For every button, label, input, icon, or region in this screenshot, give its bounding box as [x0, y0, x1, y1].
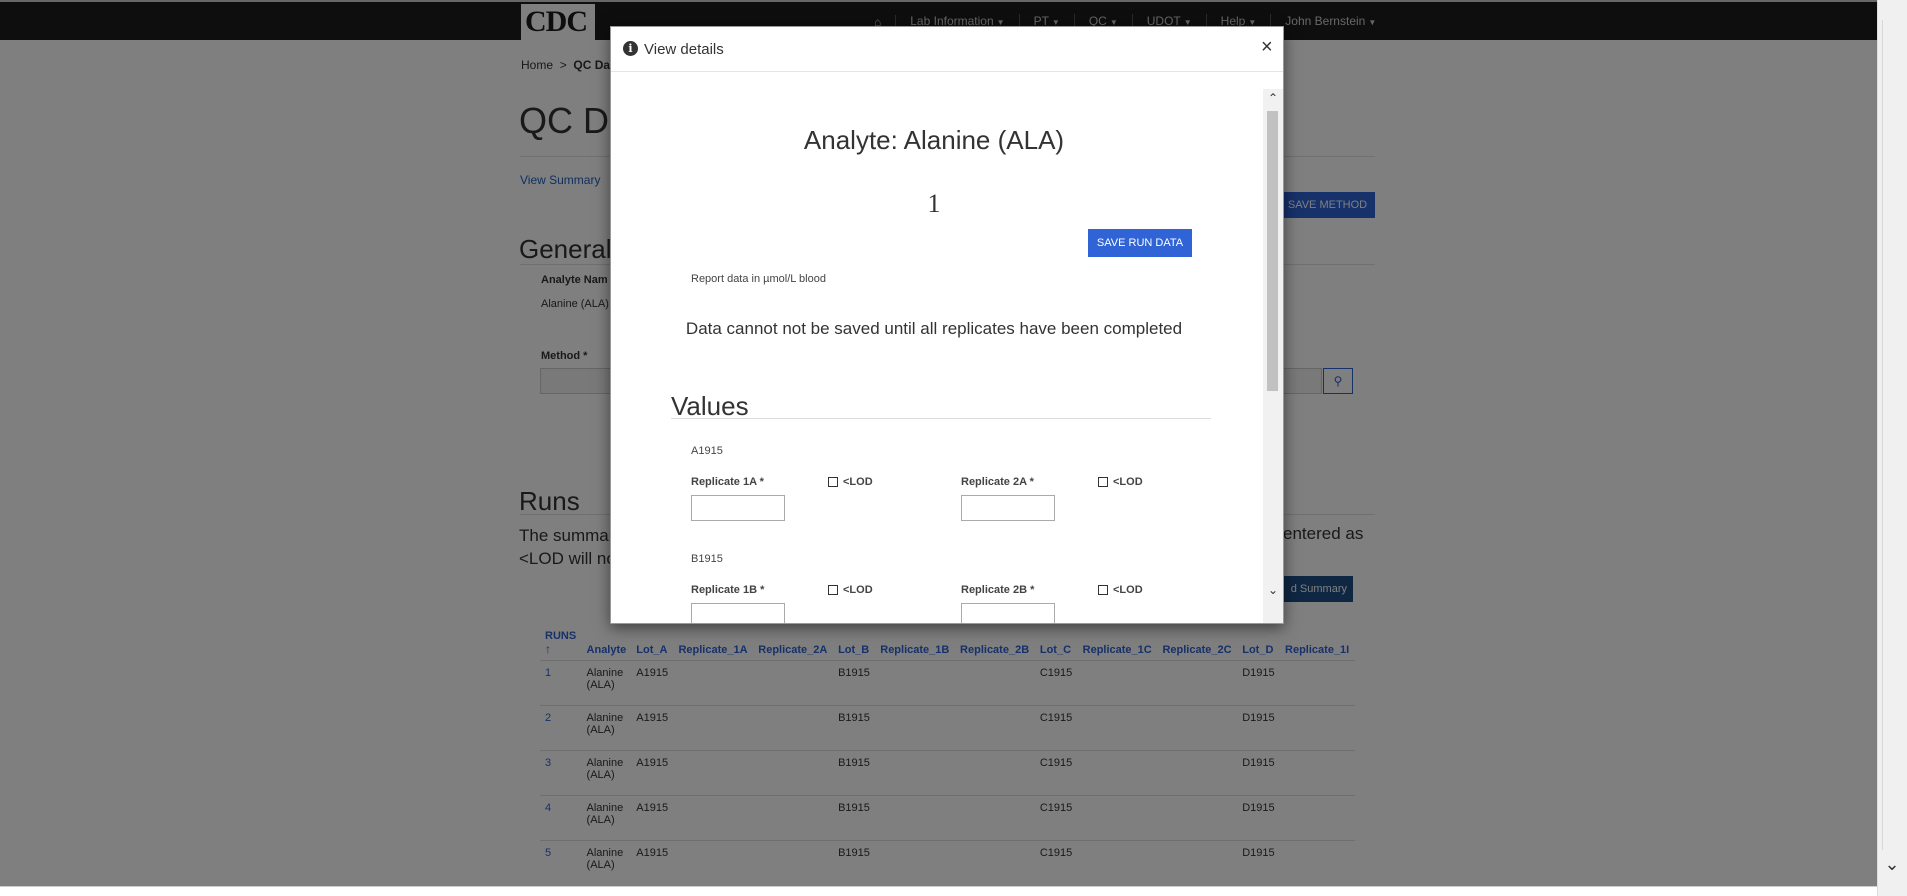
- replicate-1a-label: Replicate 1A *: [691, 476, 764, 488]
- replicates-warning: Data cannot not be saved until all repli…: [685, 319, 1183, 338]
- lod-2a-checkbox[interactable]: <LOD: [1098, 476, 1143, 488]
- modal-header: i View details ×: [611, 27, 1283, 72]
- modal-scrollbar-thumb[interactable]: [1267, 111, 1278, 391]
- lod-1b-checkbox[interactable]: <LOD: [828, 584, 873, 596]
- lot-label-a: A1915: [691, 445, 723, 457]
- replicate-2b-input[interactable]: [961, 603, 1055, 623]
- replicate-2a-input[interactable]: [961, 495, 1055, 521]
- info-icon: i: [623, 41, 638, 56]
- replicate-2a-label: Replicate 2A *: [961, 476, 1034, 488]
- lod-label: <LOD: [843, 476, 873, 488]
- view-details-modal: i View details × Analyte: Alanine (ALA) …: [610, 26, 1284, 624]
- modal-title: View details: [644, 41, 724, 58]
- chevron-down-icon[interactable]: ⌄: [1877, 852, 1907, 876]
- save-run-data-button[interactable]: SAVE RUN DATA: [1088, 229, 1192, 257]
- checkbox-icon[interactable]: [1098, 477, 1108, 487]
- replicate-1b-input[interactable]: [691, 603, 785, 623]
- close-button[interactable]: ×: [1261, 37, 1273, 57]
- lod-label: <LOD: [843, 584, 873, 596]
- modal-body: Analyte: Alanine (ALA) 1 SAVE RUN DATA R…: [611, 73, 1263, 623]
- lod-2b-checkbox[interactable]: <LOD: [1098, 584, 1143, 596]
- lod-label: <LOD: [1113, 476, 1143, 488]
- chevron-up-icon[interactable]: ⌃: [1263, 91, 1283, 107]
- analyte-heading: Analyte: Alanine (ALA): [803, 125, 1065, 155]
- replicate-1a-input[interactable]: [691, 495, 785, 521]
- replicate-1b-label: Replicate 1B *: [691, 584, 765, 596]
- checkbox-icon[interactable]: [1098, 585, 1108, 595]
- lod-label: <LOD: [1113, 584, 1143, 596]
- lod-1a-checkbox[interactable]: <LOD: [828, 476, 873, 488]
- replicate-2b-label: Replicate 2B *: [961, 584, 1035, 596]
- checkbox-icon[interactable]: [828, 585, 838, 595]
- chevron-down-icon[interactable]: ⌄: [1263, 583, 1283, 599]
- page-scrollbar-thumb[interactable]: [1882, 20, 1902, 850]
- report-units-note: Report data in µmol/L blood: [691, 273, 826, 285]
- checkbox-icon[interactable]: [828, 477, 838, 487]
- bottom-strip: [0, 886, 1877, 896]
- run-number: 1: [927, 189, 941, 218]
- lot-label-b: B1915: [691, 553, 723, 565]
- values-divider: [671, 418, 1211, 419]
